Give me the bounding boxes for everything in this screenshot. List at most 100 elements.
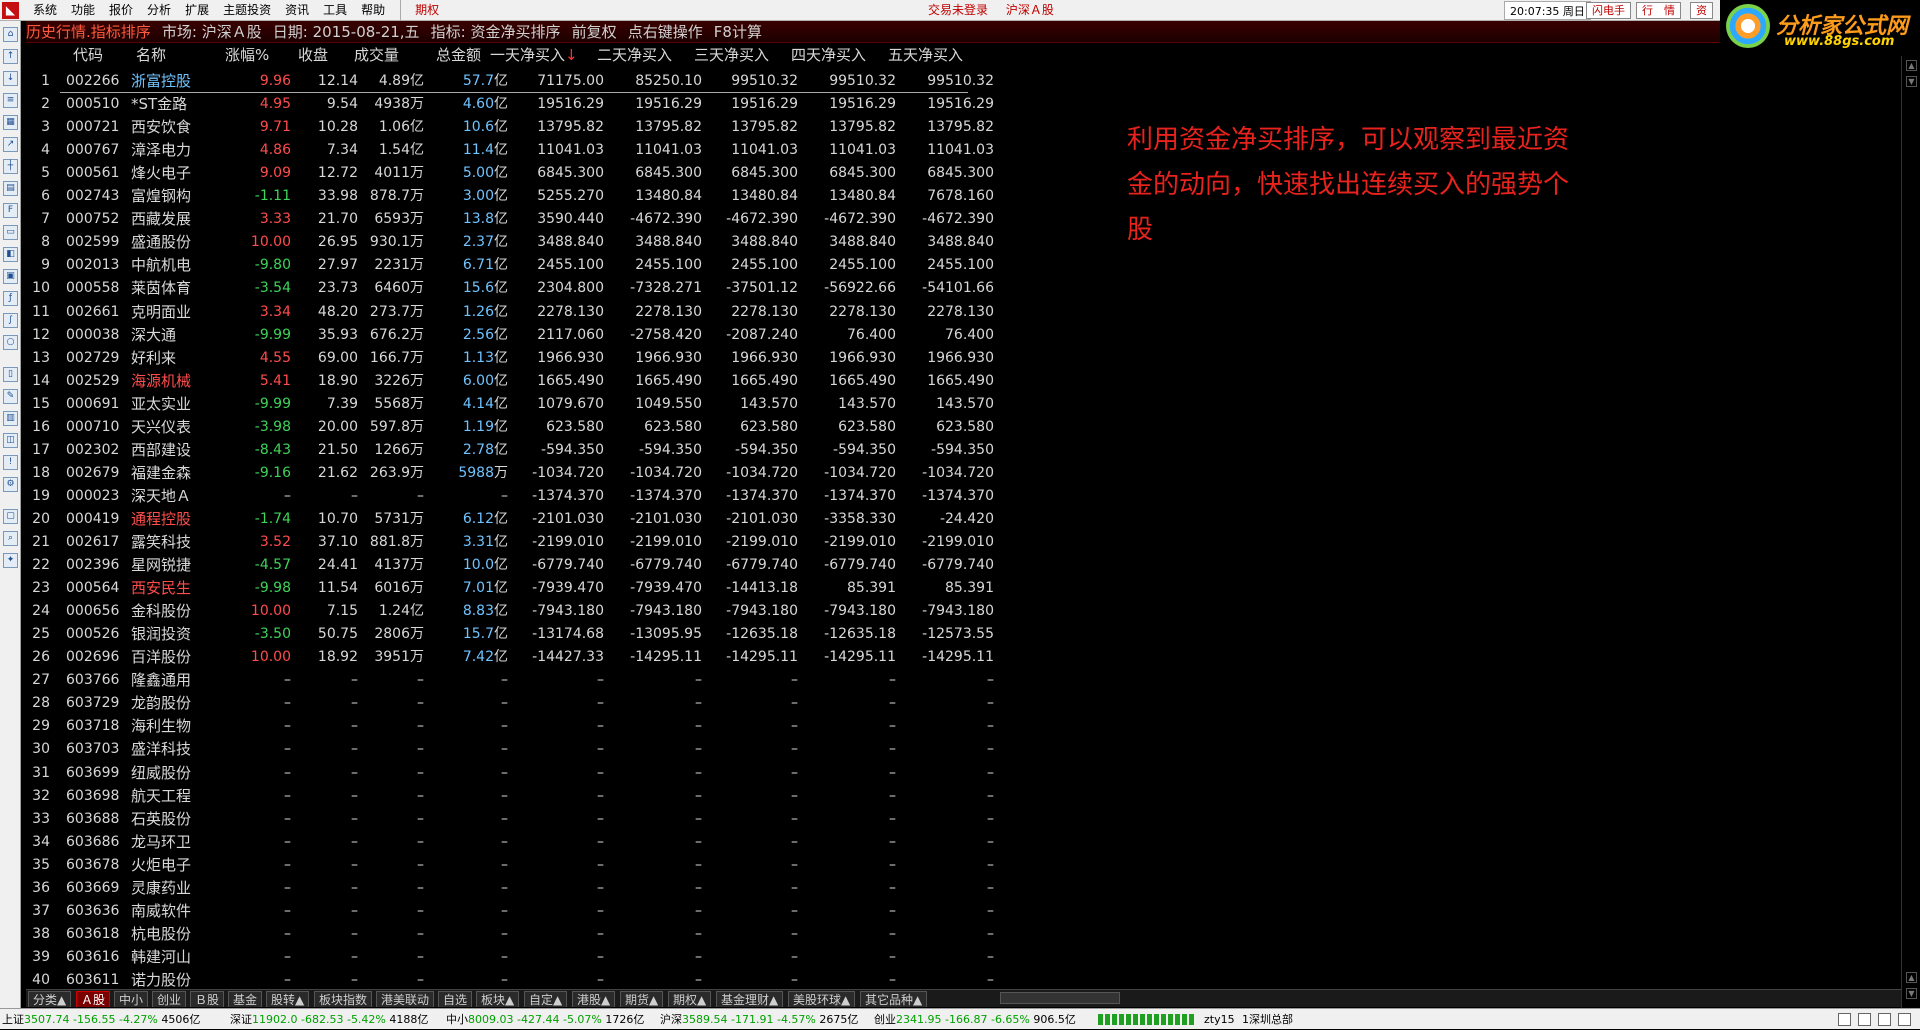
table-row[interactable]: 34 603686 龙马环卫 – – – – – – – – – (26, 831, 1026, 854)
table-row[interactable]: 35 603678 火炬电子 – – – – – – – – – (26, 854, 1026, 877)
tab-13[interactable]: 期货▲ (620, 991, 664, 1007)
function-icon[interactable]: ∫ (3, 313, 18, 328)
tab-12[interactable]: 港股▲ (572, 991, 616, 1007)
index-cy[interactable]: 创业2341.95 -166.87 -6.65% 906.5亿 (874, 1009, 1076, 1030)
market-filter[interactable]: 市场: 沪深Ａ股 (162, 23, 262, 41)
tab-16[interactable]: 美股环球▲ (788, 991, 856, 1007)
table-row[interactable]: 19 000023 深天地Ａ – – -1374.370 -1374.370 -1374.37… (26, 485, 1026, 508)
menu-system[interactable]: 系统 (26, 0, 64, 21)
table-row[interactable]: 20 000419 通程控股 -1.74 10.70 -2101.030 -2101.030… (26, 508, 1026, 531)
chat-icon[interactable] (1878, 1013, 1891, 1026)
table-icon[interactable]: ▦ (3, 115, 18, 130)
scroll-up-icon[interactable]: ▲ (1906, 60, 1917, 71)
doc-icon[interactable]: ▭ (3, 225, 18, 240)
menu-news[interactable]: 资讯 (278, 0, 316, 21)
circle-icon[interactable]: ○ (3, 335, 18, 350)
table-row[interactable]: 22 002396 星网锐捷 -4.57 24.41 -6779.740 -6779.740… (26, 554, 1026, 577)
edit-icon[interactable]: ✎ (3, 389, 18, 404)
tab-17[interactable]: 其它品种▲ (860, 991, 928, 1007)
tab-6[interactable]: 股转▲ (266, 991, 310, 1007)
table-row[interactable]: 12 000038 深大通 -9.99 35.93 2117.060 -2758.420 -2… (26, 324, 1026, 347)
table-row[interactable]: 11 002661 克明面业 3.34 48.20 2278.130 2278.130 227… (26, 301, 1026, 324)
table-row[interactable]: 36 603669 灵康药业 – – – – – – – – – (26, 877, 1026, 900)
horizontal-scrollbar[interactable] (1000, 992, 1120, 1004)
tab-0[interactable]: 分类▲ (28, 991, 72, 1007)
table-row[interactable]: 28 603729 龙韵股份 – – – – – – – – – (26, 692, 1026, 715)
folder-icon[interactable]: ▢ (3, 509, 18, 524)
table-row[interactable]: 16 000710 天兴仪表 -3.98 20.00 623.580 623.580 623.… (26, 416, 1026, 439)
tab-15[interactable]: 基金理财▲ (716, 991, 784, 1007)
table-row[interactable]: 23 000564 西安民生 -9.98 11.54 -7939.470 -7939.470… (26, 577, 1026, 600)
table-row[interactable]: 15 000691 亚太实业 -9.99 7.39 1079.670 1049.550 143… (26, 393, 1026, 416)
select-icon[interactable]: ◫ (3, 433, 18, 448)
table-row[interactable]: 14 002529 海源机械 5.41 18.90 1665.490 1665.490 166… (26, 370, 1026, 393)
table-row[interactable]: 38 603618 杭电股份 – – – – – – – – – (26, 923, 1026, 946)
news-icon[interactable]: ◧ (3, 247, 18, 262)
menu-tools[interactable]: 工具 (316, 0, 354, 21)
tools-icon[interactable]: ⚙ (3, 477, 18, 492)
menu-help[interactable]: 帮助 (354, 0, 392, 21)
tab-8[interactable]: 港美联动 (376, 991, 435, 1007)
table-row[interactable]: 37 603636 南威软件 – – – – – – – – – (26, 900, 1026, 923)
tab-4[interactable]: Ｂ股 (190, 991, 225, 1007)
table-row[interactable]: 21 002617 露笑科技 3.52 37.10 -2199.010 -2199.010 -… (26, 531, 1026, 554)
line-chart-icon[interactable]: ↗ (3, 137, 18, 152)
index-hs[interactable]: 沪深3589.54 -171.91 -4.57% 2675亿 (660, 1009, 858, 1030)
list-icon[interactable]: ≡ (3, 93, 18, 108)
login-status[interactable]: 交易未登录 (928, 3, 988, 17)
tab-10[interactable]: 板块▲ (476, 991, 520, 1007)
tab-5[interactable]: 基金 (228, 991, 263, 1007)
table-row[interactable]: 4 000767 漳泽电力 4.86 7.34 11041.03 11041.03 11041… (26, 139, 1026, 162)
index-sz[interactable]: 深证11902.0 -682.53 -5.42% 4188亿 (230, 1009, 428, 1030)
table-row[interactable]: 10 000558 莱茵体育 -3.54 23.73 2304.800 -7328.271 -… (26, 277, 1026, 300)
menu-quote[interactable]: 报价 (102, 0, 140, 21)
menu-options[interactable]: 期权 (400, 0, 446, 21)
book-icon[interactable]: ▣ (3, 269, 18, 284)
formula-icon[interactable]: ƒ (3, 291, 18, 306)
tab-14[interactable]: 期权▲ (668, 991, 712, 1007)
table-row[interactable]: 24 000656 金科股份 10.00 7.15 -7943.180 -7943.180 -… (26, 600, 1026, 623)
table-row[interactable]: 5 000561 烽火电子 9.09 12.72 6845.300 6845.300 6845… (26, 162, 1026, 185)
table-row[interactable]: 9 002013 中航机电 -9.80 27.97 2455.100 2455.100 245… (26, 254, 1026, 277)
grid-icon[interactable]: ▤ (3, 181, 18, 196)
table-row[interactable]: 8 002599 盛通股份 10.00 26.95 3488.840 3488.840 348… (26, 231, 1026, 254)
table-row[interactable]: 17 002302 西部建设 -8.43 21.50 -594.350 -594.350 -5… (26, 439, 1026, 462)
flash-trade-button[interactable]: 闪电手 (1586, 2, 1631, 19)
menu-theme-invest[interactable]: 主题投资 (216, 0, 278, 21)
tab-7[interactable]: 板块指数 (314, 991, 373, 1007)
tab-3[interactable]: 创业 (152, 991, 187, 1007)
kline-icon[interactable]: ┼ (3, 159, 18, 174)
quote-button[interactable]: 行 情 (1636, 2, 1681, 19)
arrow-down-icon[interactable]: ↓ (3, 71, 18, 86)
table-row[interactable]: 3 000721 西安饮食 9.71 10.28 13795.82 13795.82 1379… (26, 116, 1026, 139)
table-row[interactable]: 7 000752 西藏发展 3.33 21.70 3590.440 -4672.390 -46… (26, 208, 1026, 231)
f10-icon[interactable]: F (3, 203, 18, 218)
table-row[interactable]: 18 002679 福建金森 -9.16 21.62 -1034.720 -1034.720… (26, 462, 1026, 485)
scroll-down-bottom-icon[interactable]: ▼ (1906, 988, 1917, 999)
menu-extend[interactable]: 扩展 (178, 0, 216, 21)
tab-2[interactable]: 中小 (114, 991, 149, 1007)
table-row[interactable]: 27 603766 隆鑫通用 – – – – – – – – – (26, 669, 1026, 692)
date-label[interactable]: 日期: 2015-08-21,五 (273, 23, 420, 41)
app-logo-icon[interactable]: ◣ (2, 2, 19, 19)
table-row[interactable]: 29 603718 海利生物 – – – – – – – – – (26, 715, 1026, 738)
history-quote-title[interactable]: 历史行情.指标排序 (26, 23, 151, 41)
warning-icon[interactable]: ! (3, 455, 18, 470)
tab-9[interactable]: 自选 (438, 991, 473, 1007)
report-icon[interactable]: ▥ (3, 411, 18, 426)
table-row[interactable]: 30 603703 盛洋科技 – – – – – – – – – (26, 738, 1026, 761)
info-button[interactable]: 资 (1690, 2, 1713, 19)
table-row[interactable]: 26 002696 百洋股份 10.00 18.92 -14427.33 -14295.11… (26, 646, 1026, 669)
table-row[interactable]: 31 603699 纽威股份 – – – – – – – – – (26, 762, 1026, 785)
table-row[interactable]: 25 000526 银润投资 -3.50 50.75 -13174.68 -13095.95… (26, 623, 1026, 646)
tab-11[interactable]: 自定▲ (524, 991, 568, 1007)
page-icon[interactable]: ▯ (3, 367, 18, 382)
table-row[interactable]: 1 002266 浙富控股 9.96 12.14 71175.00 85250.10 9951… (26, 70, 1026, 93)
scroll-down-icon[interactable]: ▼ (1906, 76, 1917, 87)
arrow-up-icon[interactable]: ↑ (3, 49, 18, 64)
indicator-label[interactable]: 指标: 资金净买排序 (431, 23, 561, 41)
search-icon[interactable]: ⌕ (3, 531, 18, 546)
table-row[interactable]: 13 002729 好利来 4.55 69.00 1966.930 1966.930 1966… (26, 347, 1026, 370)
lock-icon[interactable] (1858, 1013, 1871, 1026)
market-label[interactable]: 沪深Ａ股 (1006, 3, 1054, 17)
